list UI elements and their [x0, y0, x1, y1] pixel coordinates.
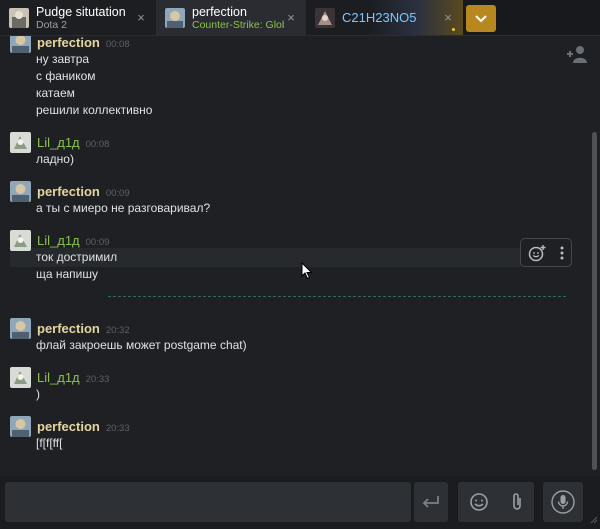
message-timestamp: 20:33 — [105, 423, 130, 434]
tab-name: perfection — [192, 4, 247, 19]
tab-name: C21H23NO5 — [342, 10, 417, 25]
chevron-down-icon — [475, 14, 487, 22]
emoji-icon[interactable] — [469, 492, 489, 512]
message-timestamp: 00:08 — [105, 39, 130, 50]
message-timestamp: 20:32 — [105, 325, 130, 336]
close-tab-icon[interactable]: × — [441, 10, 455, 25]
tab-name: Pudge situtation — [36, 4, 126, 19]
message-header: Lil_д1д 20:33 — [37, 369, 109, 387]
chat-tab-c21h23no5[interactable]: C21H23NO5 × — [306, 0, 463, 35]
message-text: а ты с миеро не разговаривал? — [36, 201, 211, 215]
tab-game: Counter-Strike: Global Offensive — [192, 18, 284, 31]
avatar — [10, 132, 31, 153]
message-author[interactable]: perfection — [37, 419, 100, 434]
message-header: perfection 20:32 — [37, 320, 130, 338]
avatar — [9, 7, 29, 28]
close-tab-icon[interactable]: × — [134, 10, 148, 25]
message-author[interactable]: Lil_д1д — [37, 370, 80, 385]
new-messages-divider — [108, 296, 566, 297]
chat-tab-pudge-situtation[interactable]: Pudge situtation Dota 2 × — [0, 0, 156, 35]
message-composer — [0, 476, 600, 529]
message-text: флай закроешь может postgame chat) — [36, 338, 247, 352]
message-text: решили коллективно — [36, 103, 153, 117]
composer-tools — [458, 482, 534, 522]
avatar — [315, 7, 335, 28]
message-text: ну завтра — [36, 52, 90, 66]
tab-game: Dota 2 — [36, 18, 67, 31]
message-text: ща напишу — [36, 267, 99, 281]
message-author[interactable]: Lil_д1д — [37, 233, 80, 248]
resize-grip-icon[interactable] — [588, 514, 598, 524]
message-author[interactable]: perfection — [37, 36, 100, 50]
message-timestamp: 20:33 — [85, 374, 110, 385]
avatar — [10, 416, 31, 437]
message-input[interactable] — [5, 482, 411, 522]
message-text: ладно) — [36, 152, 74, 166]
message-header: Lil_д1д 00:09 — [37, 232, 109, 250]
message-header: perfection 20:33 — [37, 418, 130, 436]
message-header: perfection 00:09 — [37, 183, 130, 201]
enter-icon — [422, 496, 439, 508]
avatar — [10, 367, 31, 388]
message-header: Lil_д1д 00:08 — [37, 134, 109, 152]
message-text: ток достримил — [36, 250, 118, 264]
message-text: ) — [36, 387, 40, 401]
chat-tab-bar: Pudge situtation Dota 2 × perfection Cou… — [0, 0, 600, 36]
more-options-icon[interactable] — [560, 246, 564, 260]
scrollbar-thumb[interactable] — [592, 132, 597, 470]
avatar — [10, 181, 31, 202]
message-text: [f[f[ff[ — [36, 436, 63, 450]
message-author[interactable]: perfection — [37, 184, 100, 199]
message-author[interactable]: perfection — [37, 321, 100, 336]
avatar — [10, 318, 31, 339]
message-timestamp: 00:08 — [85, 139, 110, 150]
paperclip-icon[interactable] — [510, 492, 524, 512]
unread-indicator — [452, 28, 455, 31]
avatar — [10, 36, 31, 53]
message-author[interactable]: Lil_д1д — [37, 135, 80, 150]
microphone-icon — [551, 490, 575, 514]
message-text: катаем — [36, 86, 75, 100]
chat-tab-perfection[interactable]: perfection Counter-Strike: Global Offens… — [156, 0, 306, 35]
close-tab-icon[interactable]: × — [284, 10, 298, 25]
message-timestamp: 00:09 — [85, 237, 110, 248]
chat-log: perfection 00:08 ну завтра с фаником ката… — [0, 36, 600, 476]
tab-dropdown-button[interactable] — [466, 5, 496, 32]
mouse-cursor-icon — [301, 262, 313, 280]
voice-button[interactable] — [543, 482, 583, 522]
message-hover-toolbar — [520, 238, 572, 267]
avatar — [165, 7, 185, 28]
send-button[interactable] — [414, 482, 448, 522]
chat-scrollbar[interactable] — [591, 36, 598, 476]
emoji-reaction-icon[interactable] — [528, 244, 546, 262]
add-friend-icon[interactable] — [566, 44, 588, 64]
message-header: perfection 00:08 — [37, 36, 130, 52]
message-text: с фаником — [36, 69, 96, 83]
message-timestamp: 00:09 — [105, 188, 130, 199]
avatar — [10, 230, 31, 251]
